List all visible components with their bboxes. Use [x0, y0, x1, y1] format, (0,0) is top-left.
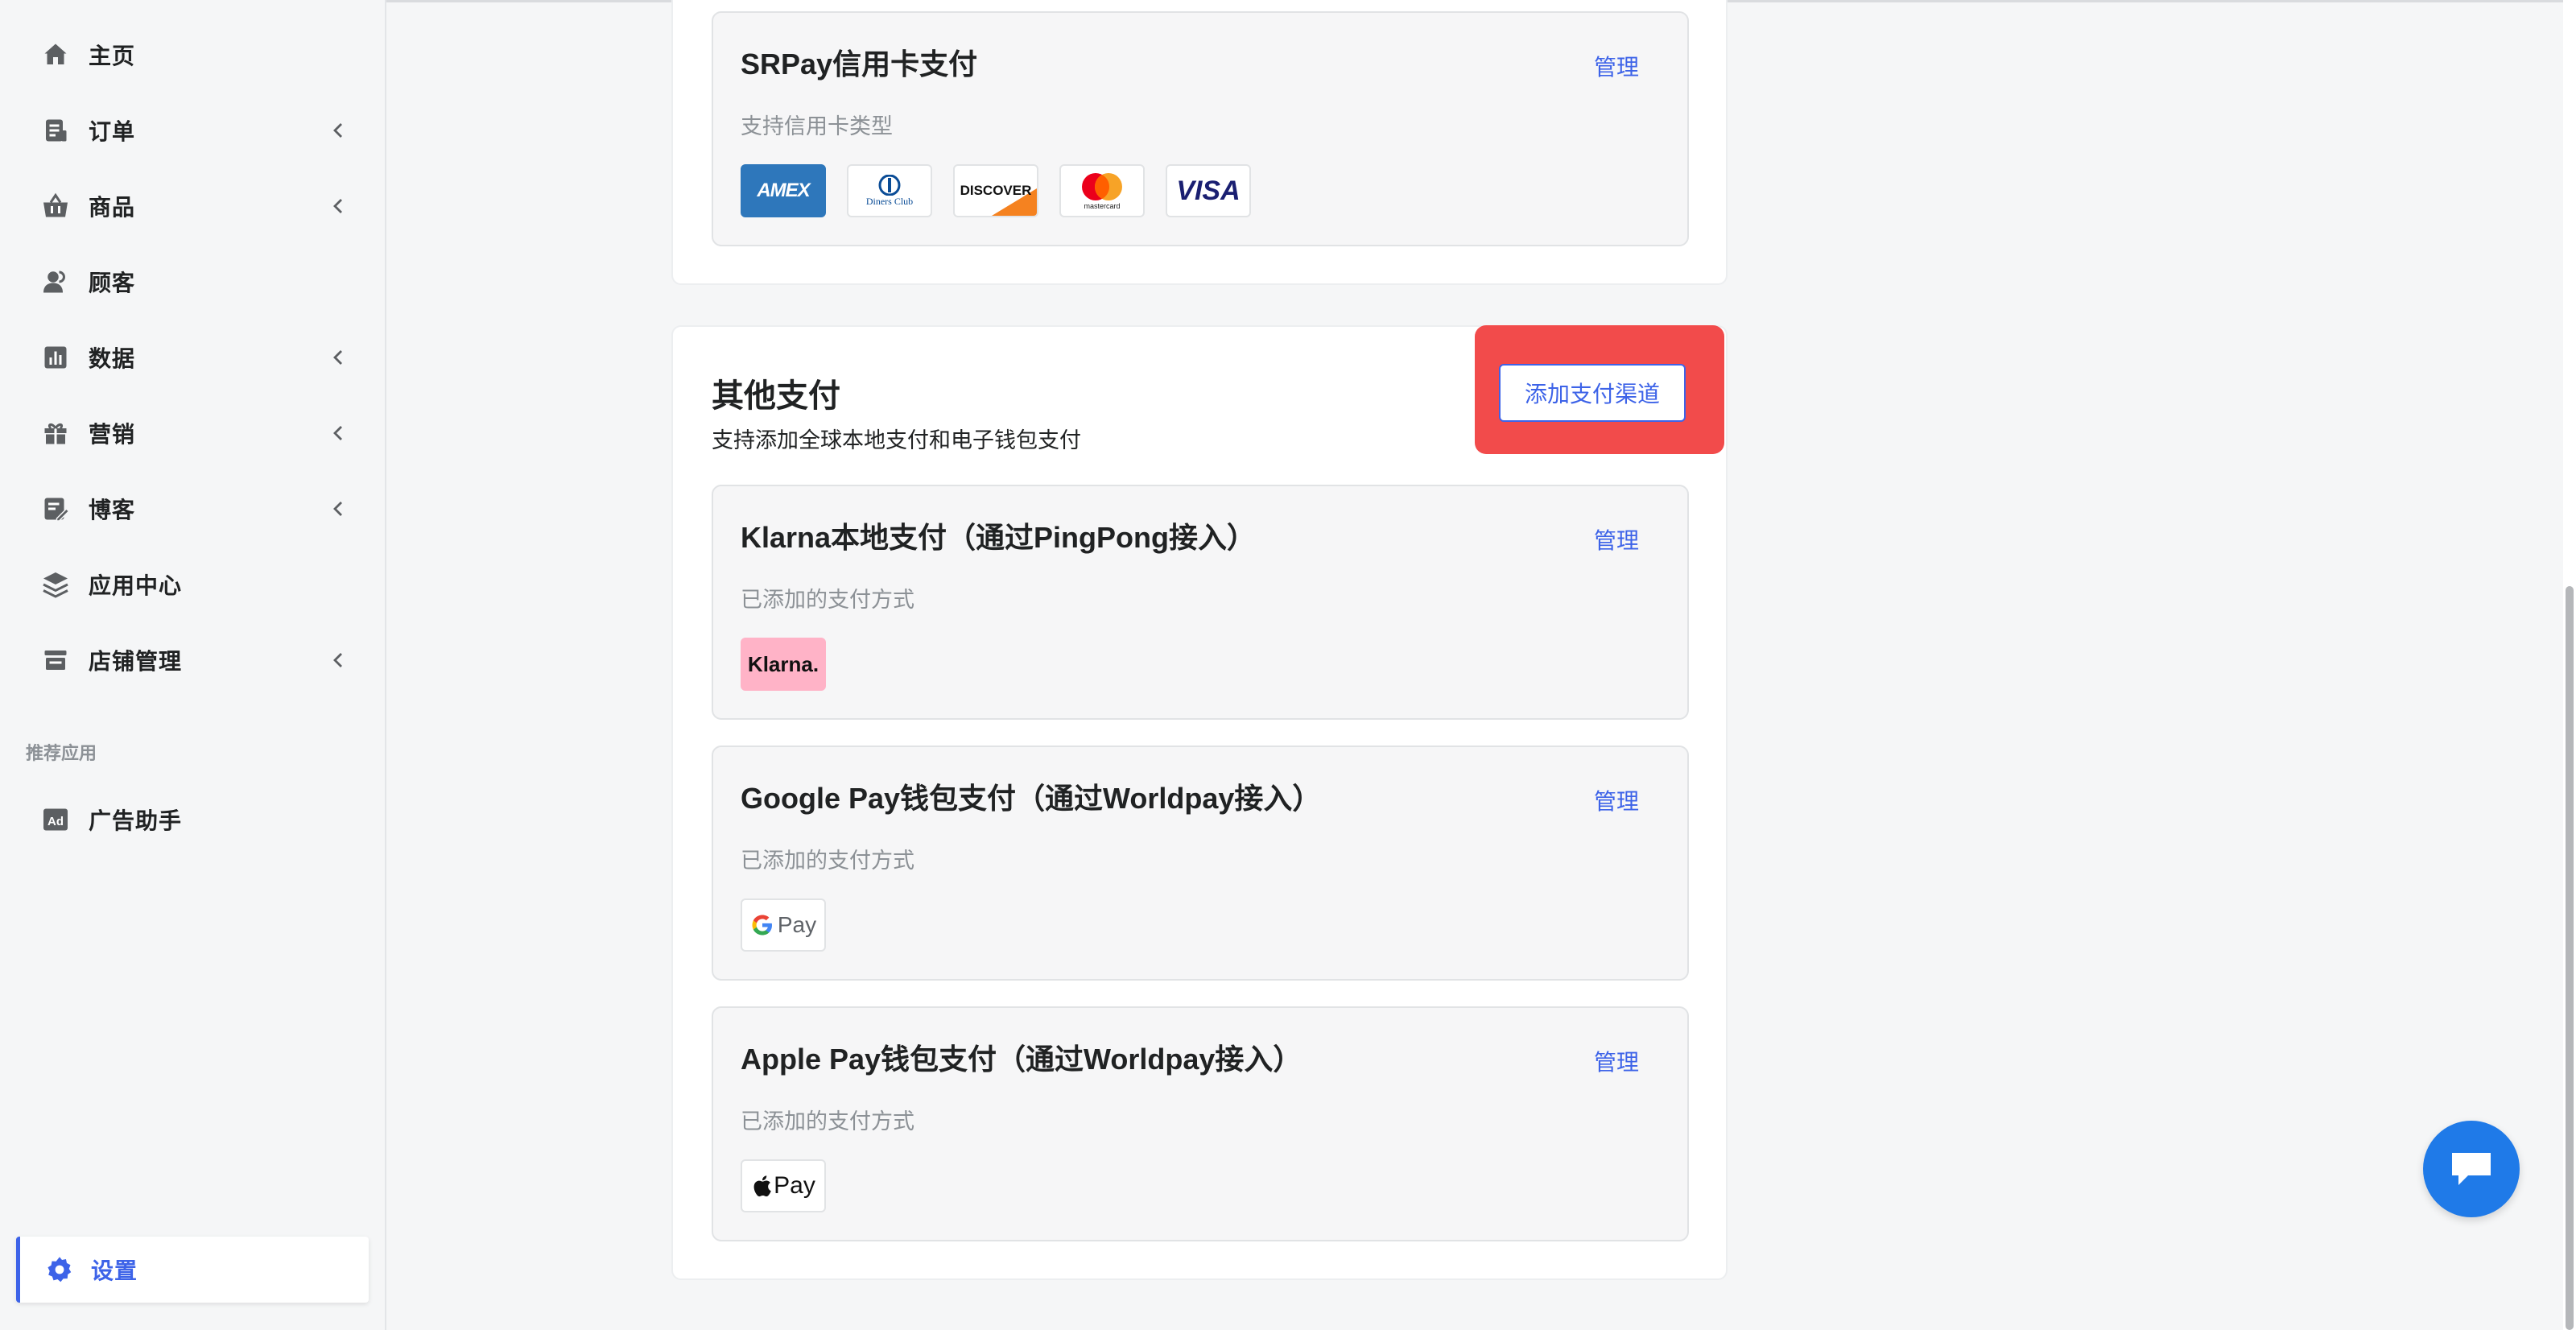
recommended-apps-label: 推荐应用 [26, 743, 97, 763]
diners-club-logo: Diners Club [847, 164, 932, 217]
apple-pay-manage-link[interactable]: 管理 [1594, 1051, 1639, 1074]
sidebar-item-label: 订单 [89, 119, 136, 144]
svg-text:Ad: Ad [47, 815, 64, 828]
scrollbar-thumb[interactable] [2566, 586, 2574, 1330]
discover-logo: DISCOVER [953, 164, 1038, 217]
edit-note-icon [40, 494, 71, 524]
klarna-card: Klarna本地支付（通过PingPong接入） 管理 已添加的支付方式 Kla… [712, 485, 1689, 720]
home-icon [40, 39, 71, 70]
apple-pay-card: Apple Pay钱包支付（通过Worldpay接入） 管理 已添加的支付方式 … [712, 1006, 1689, 1241]
chevron-left-icon [333, 123, 342, 138]
sidebar-item-label: 广告助手 [89, 808, 183, 833]
gift-icon [40, 418, 71, 448]
sidebar-item-ad-assistant[interactable]: Ad 广告助手 [0, 789, 370, 850]
bar-chart-icon [40, 342, 71, 373]
card-type-list: AMEX Diners Club DISCOVER mastercard VIS… [741, 164, 1251, 217]
google-pay-logo: Pay [741, 898, 826, 952]
sidebar-item-apps[interactable]: 应用中心 [0, 554, 370, 615]
sidebar-item-label: 设置 [91, 1258, 138, 1283]
chevron-left-icon [333, 653, 342, 667]
sidebar-item-settings[interactable]: 设置 [16, 1237, 369, 1303]
apple-pay-subtitle: 已添加的支付方式 [741, 1109, 914, 1134]
sidebar-item-label: 顾客 [89, 271, 136, 295]
srpay-manage-link[interactable]: 管理 [1594, 56, 1639, 79]
chat-bubble-icon [2452, 1153, 2491, 1185]
ad-icon: Ad [40, 804, 71, 835]
layers-icon [40, 569, 71, 600]
chevron-left-icon [333, 199, 342, 213]
basket-icon [40, 191, 71, 221]
sidebar-item-label: 博客 [89, 498, 136, 522]
google-pay-manage-link[interactable]: 管理 [1594, 791, 1639, 813]
chevron-left-icon [333, 426, 342, 440]
srpay-subtitle: 支持信用卡类型 [741, 114, 893, 138]
sidebar-item-customers[interactable]: 顾客 [0, 251, 370, 312]
srpay-title: SRPay信用卡支付 [741, 48, 978, 81]
mastercard-logo: mastercard [1059, 164, 1145, 217]
sidebar-item-analytics[interactable]: 数据 [0, 327, 370, 388]
other-payments-title: 其他支付 [712, 378, 840, 414]
sidebar-item-orders[interactable]: 订单 [0, 100, 370, 161]
sidebar-item-label: 数据 [89, 346, 136, 371]
klarna-title: Klarna本地支付（通过PingPong接入） [741, 521, 1257, 554]
visa-logo: VISA [1166, 164, 1251, 217]
apple-pay-logo: Pay [741, 1159, 826, 1212]
customers-icon [40, 266, 71, 297]
sidebar: 主页 订单 商品 顾客 数据 营销 博客 应用中心 店铺管理 推荐应用 Ad 广… [0, 0, 386, 1330]
sidebar-item-label: 商品 [89, 195, 136, 220]
google-g-icon [752, 915, 772, 936]
sidebar-item-label: 营销 [89, 422, 136, 447]
amex-logo: AMEX [741, 164, 826, 217]
sidebar-item-label: 主页 [89, 43, 136, 68]
google-pay-card: Google Pay钱包支付（通过Worldpay接入） 管理 已添加的支付方式… [712, 746, 1689, 981]
sidebar-item-store[interactable]: 店铺管理 [0, 630, 370, 691]
srpay-card: SRPay信用卡支付 管理 支持信用卡类型 AMEX Diners Club D… [712, 11, 1689, 246]
order-icon [40, 115, 71, 146]
klarna-subtitle: 已添加的支付方式 [741, 588, 914, 612]
google-pay-subtitle: 已添加的支付方式 [741, 849, 914, 873]
klarna-manage-link[interactable]: 管理 [1594, 530, 1639, 552]
google-pay-title: Google Pay钱包支付（通过Worldpay接入） [741, 782, 1322, 815]
store-icon [40, 645, 71, 675]
other-payments-description: 支持添加全球本地支付和电子钱包支付 [712, 428, 1081, 452]
sidebar-item-marketing[interactable]: 营销 [0, 403, 370, 464]
sidebar-item-label: 应用中心 [89, 573, 183, 598]
apple-icon [753, 1175, 771, 1197]
apple-pay-title: Apple Pay钱包支付（通过Worldpay接入） [741, 1043, 1302, 1076]
chevron-left-icon [333, 350, 342, 365]
add-payment-channel-button[interactable]: 添加支付渠道 [1499, 364, 1686, 422]
chat-button[interactable] [2423, 1121, 2520, 1217]
klarna-logo: Klarna. [741, 638, 826, 691]
gear-icon [44, 1254, 75, 1285]
sidebar-item-blog[interactable]: 博客 [0, 478, 370, 539]
sidebar-item-label: 店铺管理 [89, 649, 183, 674]
sidebar-item-home[interactable]: 主页 [0, 24, 370, 85]
chevron-left-icon [333, 502, 342, 516]
sidebar-item-products[interactable]: 商品 [0, 176, 370, 237]
